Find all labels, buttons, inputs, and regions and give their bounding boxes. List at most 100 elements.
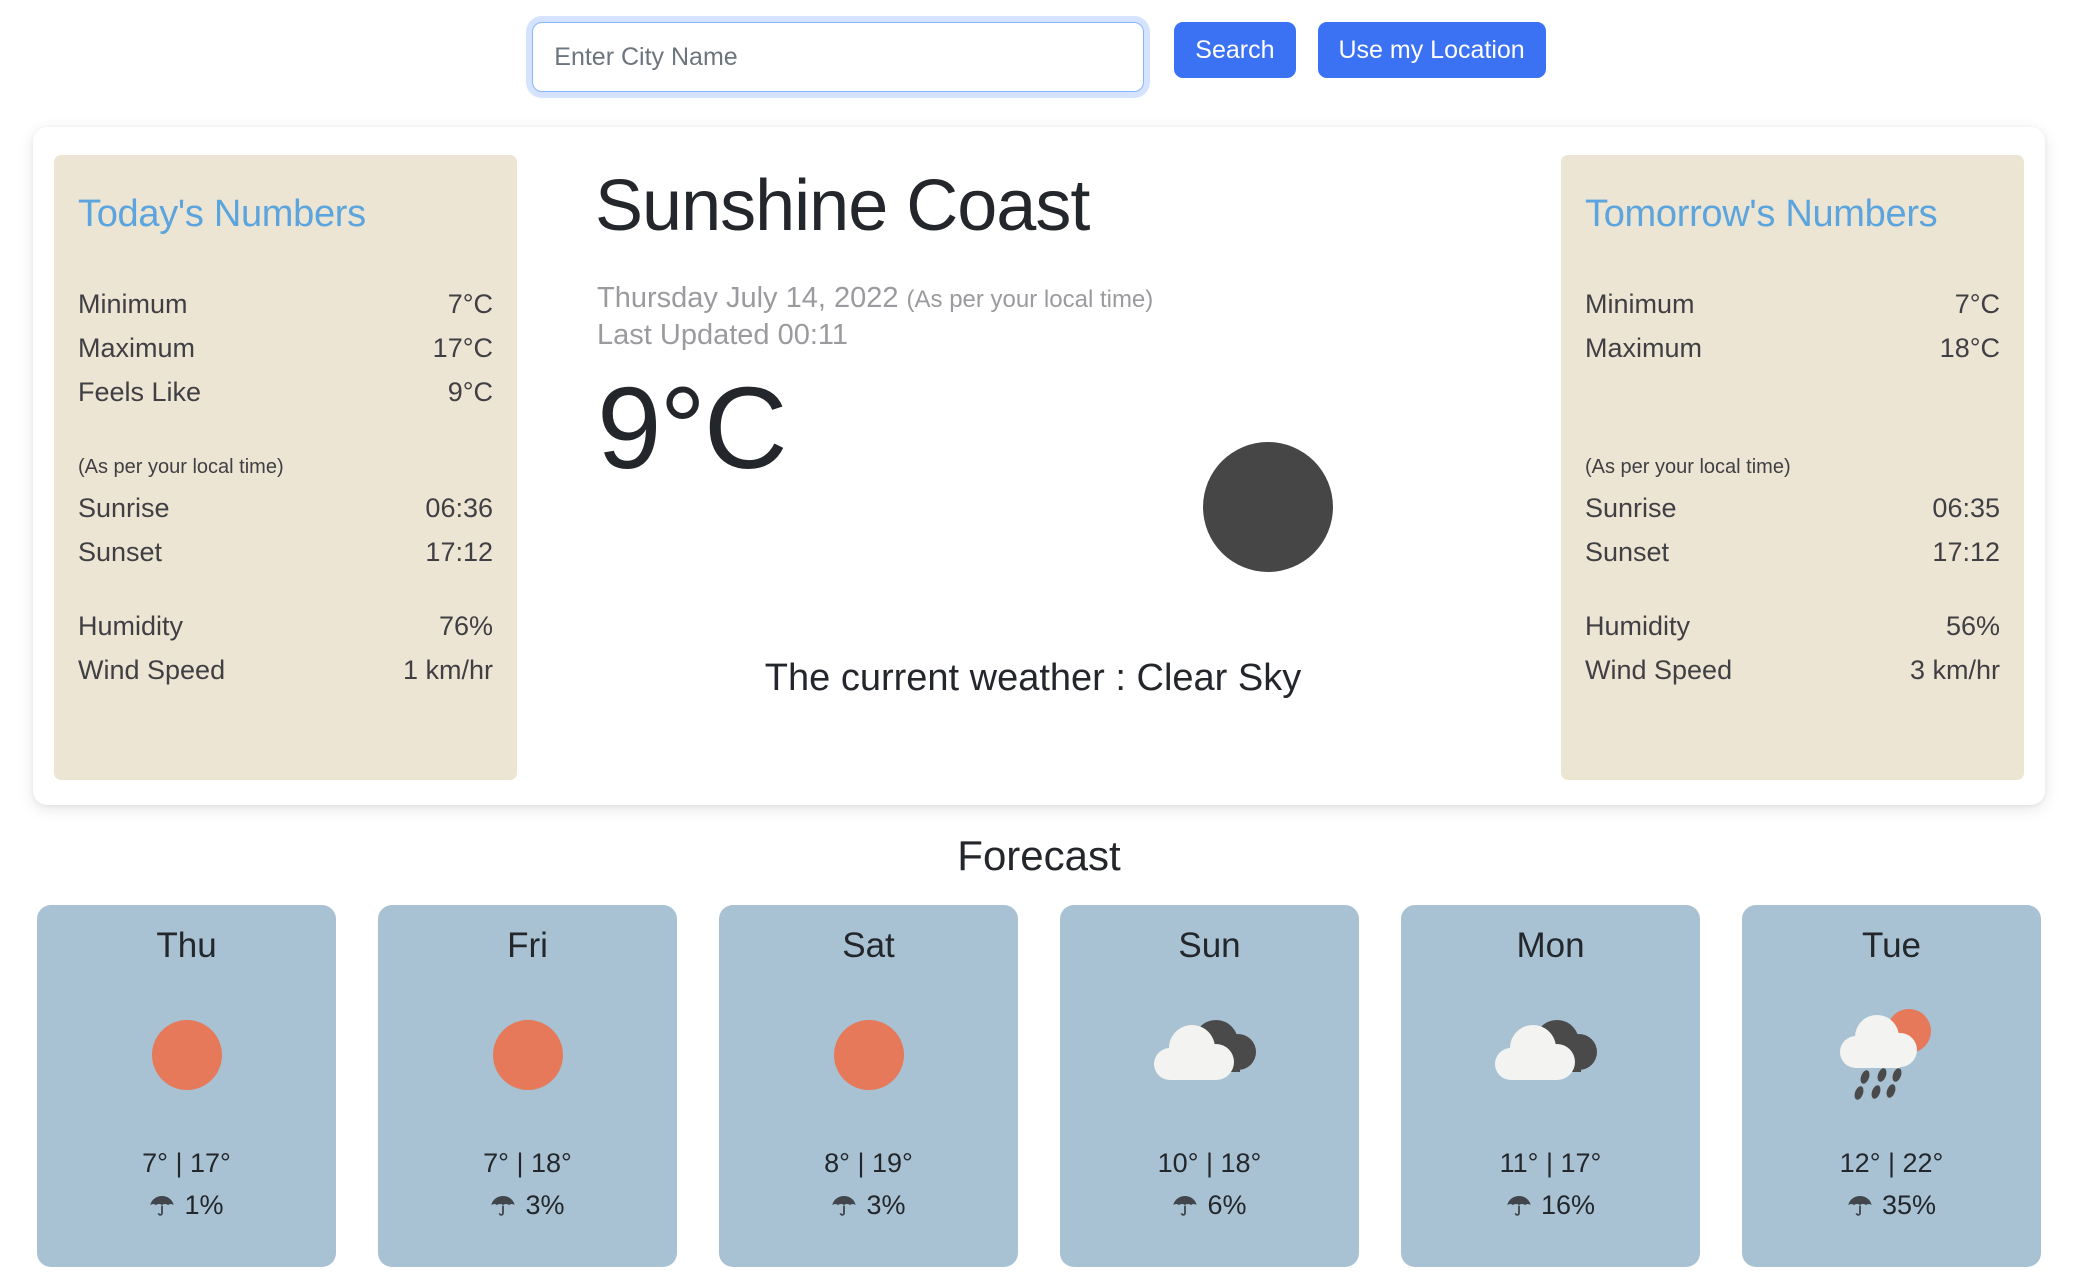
forecast-card[interactable]: Fri 7° | 18° 3% [378,905,677,1267]
todays-numbers-panel: Today's Numbers Minimum 7°C Maximum 17°C… [54,155,517,780]
stat-value: 7°C [447,289,493,319]
forecast-precipitation: 35% [1742,1190,2041,1221]
stat-row-sunrise: Sunrise 06:36 [78,486,493,530]
umbrella-icon [832,1195,856,1216]
stat-value: 76% [438,611,493,641]
moon-clear-icon [1203,442,1333,572]
forecast-precipitation: 3% [719,1190,1018,1221]
forecast-temps: 10° | 18° [1157,1148,1262,1178]
forecast-temps: 7° | 18° [483,1148,572,1178]
stat-label: Wind Speed [1585,655,1733,685]
forecast-list: Thu 7° | 17° 1% Fri 7° | 18° 3% Sat 8° | 19° 3% S… [37,905,2041,1267]
forecast-icon-wrap [1060,1001,1359,1109]
stat-row-sunrise: Sunrise 06:35 [1585,486,2000,530]
forecast-icon-wrap [1401,1001,1700,1109]
forecast-icon-wrap [378,1001,677,1109]
current-date-line: Thursday July 14, 2022 (As per your loca… [597,282,1153,315]
stat-row-minimum: Minimum 7°C [1585,282,2000,326]
use-my-location-button[interactable]: Use my Location [1317,22,1546,78]
umbrella-icon [491,1195,515,1216]
local-time-note: (As per your local time) [1585,456,1791,478]
stat-label: Feels Like [78,377,202,407]
stat-value: 3 km/hr [1909,655,2000,685]
weather-app-page: Search Use my Location Today's Numbers M… [0,0,2078,1288]
sun-rain-cloud-icon [1839,1009,1931,1100]
stat-value: 17:12 [425,537,493,567]
forecast-precipitation: 16% [1401,1190,1700,1221]
forecast-day-label: Mon [1516,926,1585,965]
forecast-precip-value: 3% [866,1190,906,1220]
stat-row-feels-like: Feels Like 9°C [78,370,493,414]
stat-label: Sunrise [78,493,170,523]
forecast-icon-wrap [1742,1001,2041,1109]
forecast-precipitation: 6% [1060,1190,1359,1221]
forecast-temps: 7° | 17° [142,1148,231,1178]
forecast-day-label: Sun [1178,926,1241,965]
stat-label: Minimum [1585,289,1695,319]
stat-label: Maximum [78,333,196,363]
last-updated: Last Updated 00:11 [597,319,848,351]
clouds-icon [1153,1020,1256,1080]
search-bar: Search Use my Location [0,22,2078,98]
stat-label: Minimum [78,289,188,319]
forecast-precip-value: 3% [525,1190,565,1220]
todays-numbers-title: Today's Numbers [78,193,366,235]
forecast-card[interactable]: Sat 8° | 19° 3% [719,905,1018,1267]
stat-value: 56% [1945,611,2000,641]
search-button[interactable]: Search [1174,22,1296,78]
stat-label: Maximum [1585,333,1703,363]
forecast-temps: 11° | 17° [1499,1148,1602,1178]
stat-label: Sunrise [1585,493,1677,523]
stat-row-sunset: Sunset 17:12 [1585,530,2000,574]
forecast-day-label: Tue [1861,926,1921,965]
current-date: Thursday July 14, 2022 [597,282,899,314]
stat-row-sunset: Sunset 17:12 [78,530,493,574]
forecast-card[interactable]: Mon 11° | 17° 16% [1401,905,1700,1267]
current-weather-description: The current weather : Clear Sky [764,657,1302,699]
forecast-precipitation: 1% [37,1190,336,1221]
umbrella-icon [1507,1195,1531,1216]
forecast-precip-value: 1% [184,1190,224,1220]
stat-value: 17:12 [1932,537,2000,567]
current-temperature: 9°C [597,363,788,493]
forecast-day-label: Thu [156,926,217,965]
forecast-card[interactable]: Tue 12° | 22° 35% [1742,905,2041,1267]
forecast-card[interactable]: Thu 7° | 17° 1% [37,905,336,1267]
stat-value: 06:36 [425,493,493,523]
forecast-card[interactable]: Sun 10° | 18° 6% [1060,905,1359,1267]
umbrella-icon [150,1195,174,1216]
stat-row-humidity: Humidity 56% [1585,604,2000,648]
sun-icon [492,1020,563,1090]
stat-value: 06:35 [1932,493,2000,523]
stat-label: Wind Speed [78,655,226,685]
stat-row-humidity: Humidity 76% [78,604,493,648]
stat-label: Sunset [1585,537,1670,567]
stat-value: 17°C [432,333,493,363]
stat-row-maximum: Maximum 17°C [78,326,493,370]
forecast-icon-wrap [37,1001,336,1109]
tomorrows-numbers-panel: Tomorrow's Numbers Minimum 7°C Maximum 1… [1561,155,2024,780]
search-input-container[interactable] [532,22,1145,92]
local-time-note: (As per your local time) [906,286,1154,313]
stat-value: 18°C [1939,333,2000,363]
search-input[interactable] [533,23,1144,91]
forecast-icon-wrap [719,1001,1018,1109]
forecast-day-label: Fri [507,926,548,965]
forecast-heading: Forecast [957,832,1121,879]
stat-row-wind-speed: Wind Speed 3 km/hr [1585,648,2000,692]
stat-label: Sunset [78,537,163,567]
forecast-precip-value: 6% [1207,1190,1247,1220]
forecast-precip-value: 16% [1540,1190,1596,1220]
forecast-precip-value: 35% [1881,1190,1937,1220]
city-name: Sunshine Coast [595,166,1090,246]
current-weather-center: Sunshine Coast Thursday July 14, 2022 (A… [553,127,1513,805]
current-weather-card: Today's Numbers Minimum 7°C Maximum 17°C… [33,127,2045,805]
tomorrows-numbers-title: Tomorrow's Numbers [1585,193,1938,235]
sun-icon [833,1020,904,1090]
stat-label: Humidity [1585,611,1691,641]
stat-value: 1 km/hr [402,655,493,685]
forecast-precipitation: 3% [378,1190,677,1221]
stat-row-minimum: Minimum 7°C [78,282,493,326]
